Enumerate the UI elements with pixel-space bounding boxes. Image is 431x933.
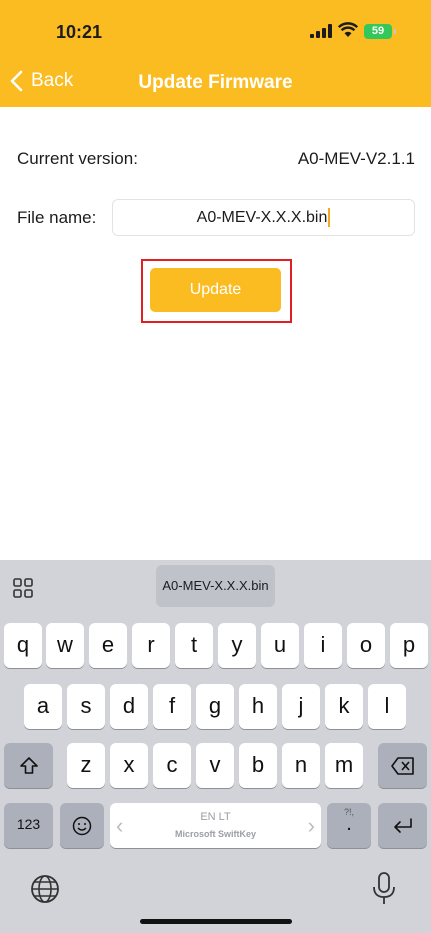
- backspace-icon: [390, 757, 414, 775]
- key-u[interactable]: u: [261, 623, 299, 668]
- key-f[interactable]: f: [153, 684, 191, 729]
- space-bar[interactable]: ‹ EN LT Microsoft SwiftKey ›: [110, 803, 321, 848]
- key-k[interactable]: k: [325, 684, 363, 729]
- shift-key[interactable]: [4, 743, 53, 788]
- key-w[interactable]: w: [46, 623, 84, 668]
- key-b[interactable]: b: [239, 743, 277, 788]
- globe-icon[interactable]: [30, 874, 60, 909]
- keyboard-language: EN LT: [200, 811, 231, 823]
- page-title: Update Firmware: [138, 72, 293, 93]
- key-z[interactable]: z: [67, 743, 105, 788]
- key-j[interactable]: j: [282, 684, 320, 729]
- current-version-label: Current version:: [17, 149, 138, 168]
- cursor-right-icon: ›: [307, 813, 315, 838]
- key-p[interactable]: p: [390, 623, 428, 668]
- period-key[interactable]: ?!, .: [327, 803, 371, 848]
- home-indicator: [140, 919, 292, 924]
- key-h[interactable]: h: [239, 684, 277, 729]
- key-o[interactable]: o: [347, 623, 385, 668]
- file-name-value: A0-MEV-X.X.X.bin: [196, 209, 328, 226]
- numbers-key[interactable]: 123: [4, 803, 53, 848]
- status-bar: 10:21 59: [0, 0, 431, 60]
- suggestion-chip[interactable]: A0-MEV-X.X.X.bin: [156, 565, 275, 607]
- text-cursor: [328, 208, 331, 228]
- update-button[interactable]: Update: [150, 268, 281, 312]
- apps-grid-icon[interactable]: [13, 578, 33, 603]
- key-x[interactable]: x: [110, 743, 148, 788]
- wifi-icon: [337, 22, 359, 43]
- microphone-icon[interactable]: [372, 872, 396, 911]
- cursor-left-icon: ‹: [116, 813, 124, 838]
- backspace-key[interactable]: [378, 743, 427, 788]
- key-t[interactable]: t: [175, 623, 213, 668]
- key-v[interactable]: v: [196, 743, 234, 788]
- key-c[interactable]: c: [153, 743, 191, 788]
- key-g[interactable]: g: [196, 684, 234, 729]
- key-m[interactable]: m: [325, 743, 363, 788]
- enter-key[interactable]: [378, 803, 427, 848]
- shift-arrow-icon: [19, 757, 38, 774]
- keyboard-brand: Microsoft SwiftKey: [174, 829, 256, 839]
- key-s[interactable]: s: [67, 684, 105, 729]
- status-time: 10:21: [56, 22, 103, 42]
- header-bar: 10:21 59 Back Update Firmware: [0, 0, 431, 107]
- current-version-value: A0-MEV-V2.1.1: [297, 149, 415, 168]
- cellular-signal-icon: [310, 24, 332, 43]
- emoji-icon: [72, 816, 92, 836]
- key-q[interactable]: q: [4, 623, 42, 668]
- on-screen-keyboard: A0-MEV-X.X.X.bin q w e r t y u i o p a s…: [0, 560, 431, 933]
- key-r[interactable]: r: [132, 623, 170, 668]
- period-label: .: [346, 813, 352, 835]
- key-a[interactable]: a: [24, 684, 62, 729]
- return-arrow-icon: [393, 818, 412, 833]
- file-name-input[interactable]: A0-MEV-X.X.X.bin: [112, 199, 415, 236]
- key-e[interactable]: e: [89, 623, 127, 668]
- key-l[interactable]: l: [368, 684, 406, 729]
- key-d[interactable]: d: [110, 684, 148, 729]
- file-name-label: File name:: [17, 208, 97, 227]
- key-i[interactable]: i: [304, 623, 342, 668]
- battery-icon: 59: [364, 24, 396, 39]
- key-y[interactable]: y: [218, 623, 256, 668]
- emoji-key[interactable]: [60, 803, 104, 848]
- key-n[interactable]: n: [282, 743, 320, 788]
